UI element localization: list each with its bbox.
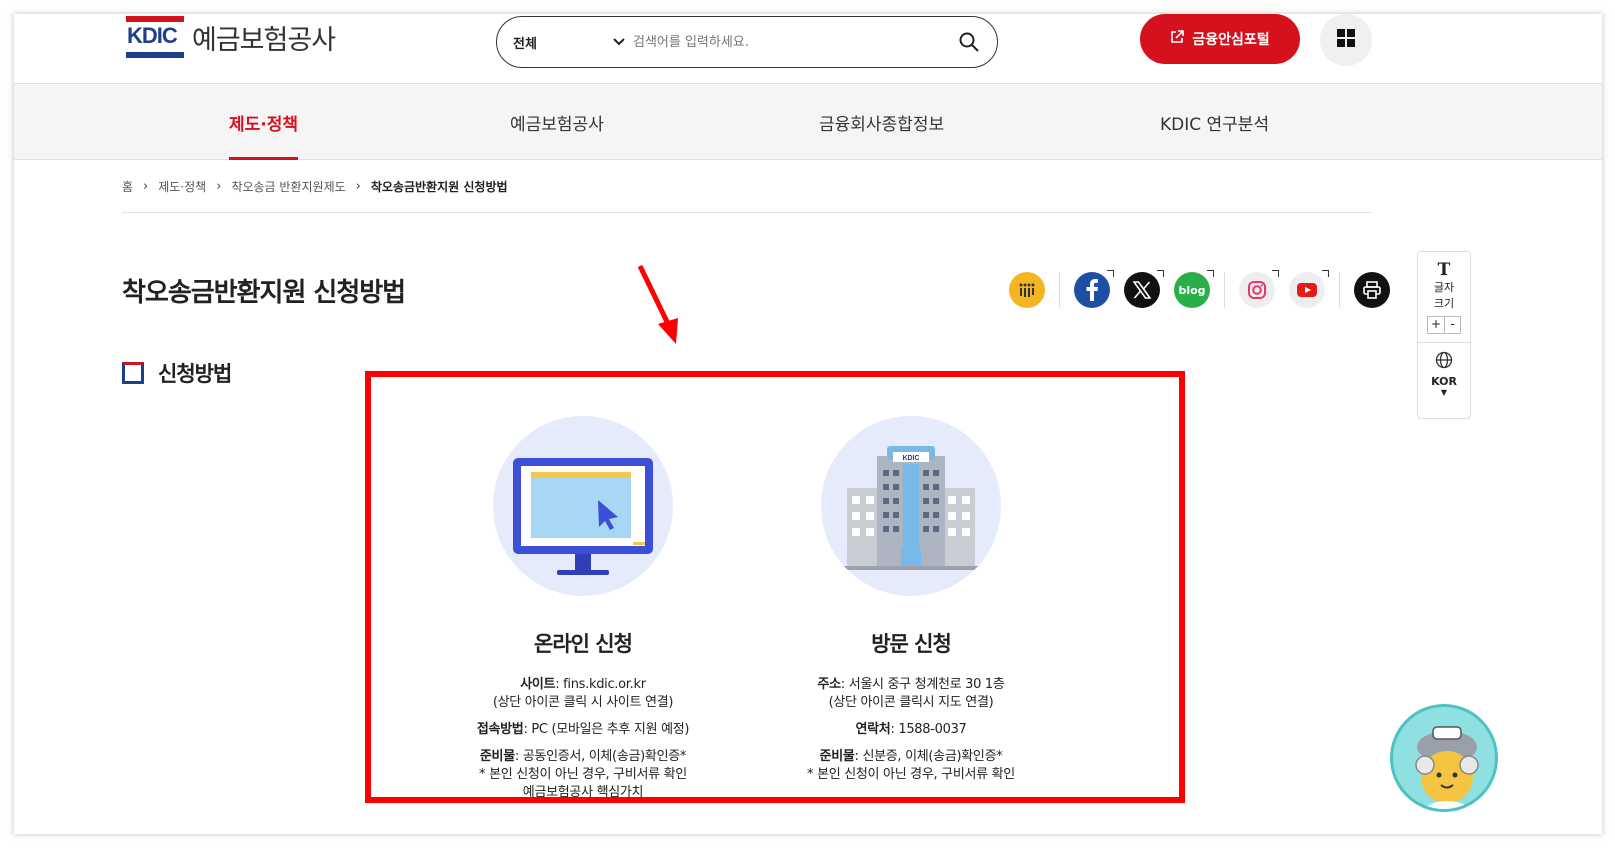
font-size-icon: T <box>1437 260 1451 280</box>
header: KDIC 예금보험공사 전체 금융안심포털 <box>14 14 1602 84</box>
breadcrumb-current: 착오송금반환지원 신청방법 <box>370 180 508 194</box>
blog-icon[interactable]: blog <box>1174 270 1214 308</box>
chevron-right-icon: › <box>143 179 149 194</box>
font-size-plus-button[interactable]: + <box>1428 317 1444 333</box>
breadcrumb-home[interactable]: 홈 <box>122 178 133 195</box>
computer-monitor-icon <box>513 458 653 575</box>
grid-icon <box>1336 28 1356 52</box>
online-application-card: 온라인 신청 사이트: fins.kdic.or.kr (상단 아이콘 클릭 시… <box>433 416 733 802</box>
breadcrumb: 홈 › 제도·정책 › 착오송금 반환지원제도 › 착오송금반환지원 신청방법 <box>122 178 508 195</box>
divider <box>1059 272 1060 308</box>
online-site-line: 사이트: fins.kdic.or.kr <box>520 677 646 692</box>
share-toolbar: blog <box>1009 270 1390 308</box>
x-twitter-icon[interactable] <box>1124 270 1164 308</box>
portal-button-label: 금융안심포털 <box>1192 32 1270 48</box>
visit-contact-line: 연락처: 1588-0037 <box>855 722 967 737</box>
online-docs-line: 준비물: 공동인증서, 이체(송금)확인증* <box>479 749 687 764</box>
language-select[interactable]: KOR <box>1431 375 1457 388</box>
main-nav: 제도·정책 예금보험공사 금융회사종합정보 KDIC 연구분석 <box>14 84 1602 160</box>
section-title: 신청방법 <box>122 358 232 388</box>
building-icon: KDIC <box>843 446 979 570</box>
facebook-icon[interactable] <box>1074 270 1114 308</box>
section-title-text: 신청방법 <box>158 362 232 386</box>
breadcrumb-mistaken-remittance[interactable]: 착오송금 반환지원제도 <box>231 178 345 195</box>
youtube-icon[interactable] <box>1289 270 1329 308</box>
side-tool-panel: T 글자 크기 + - KOR ▼ <box>1417 251 1471 419</box>
chatbot-mascot-button[interactable] <box>1390 704 1498 812</box>
nav-item-policy[interactable]: 제도·정책 <box>229 84 299 160</box>
search-input[interactable] <box>633 34 957 50</box>
breadcrumb-policy[interactable]: 제도·정책 <box>158 178 206 195</box>
visit-application-title: 방문 신청 <box>871 632 952 656</box>
kdic-logo[interactable]: KDIC 예금보험공사 <box>126 16 336 58</box>
online-application-link[interactable] <box>493 416 673 596</box>
divider <box>1418 342 1470 343</box>
logo-name: 예금보험공사 <box>192 24 336 56</box>
page-title: 착오송금반환지원 신청방법 <box>122 278 406 308</box>
divider <box>1224 272 1225 308</box>
visit-docs-line: 준비물: 신분증, 이체(송금)확인증* <box>819 749 1003 764</box>
chevron-right-icon: › <box>216 179 222 194</box>
logo-mark: KDIC <box>126 16 184 58</box>
chevron-down-icon[interactable] <box>613 35 625 49</box>
visit-address-line: 주소: 서울시 중구 청계천로 30 1층 <box>817 677 1005 692</box>
visit-docs-note: * 본인 신청이 아닌 경우, 구비서류 확인 <box>807 767 1015 782</box>
divider <box>122 212 1372 213</box>
all-menu-button[interactable] <box>1320 14 1372 66</box>
print-icon[interactable] <box>1354 272 1390 308</box>
divider <box>1339 272 1340 308</box>
online-application-title: 온라인 신청 <box>534 632 633 656</box>
font-size-controls: + - <box>1427 316 1461 334</box>
instagram-icon[interactable] <box>1239 270 1279 308</box>
logo-mark-text: KDIC <box>127 23 178 48</box>
section-bullet-icon <box>122 362 144 384</box>
annotation-arrow-icon <box>637 264 678 344</box>
external-link-icon <box>1170 30 1185 48</box>
online-core-value: 예금보험공사 핵심가치 <box>522 785 644 800</box>
online-access-line: 접속방법: PC (모바일은 추후 지원 예정) <box>476 722 690 737</box>
nav-item-financial-info[interactable]: 금융회사종합정보 <box>819 84 944 160</box>
financial-safety-portal-button[interactable]: 금융안심포털 <box>1140 14 1300 64</box>
caret-down-icon[interactable]: ▼ <box>1441 388 1447 397</box>
font-size-minus-button[interactable]: - <box>1444 317 1460 333</box>
online-site-note: (상단 아이콘 클릭 시 사이트 연결) <box>492 695 674 710</box>
font-size-label-1: 글자 <box>1433 281 1455 294</box>
building-sign: KDIC <box>902 455 919 462</box>
font-size-label-2: 크기 <box>1433 297 1455 310</box>
nav-item-research[interactable]: KDIC 연구분석 <box>1160 84 1269 160</box>
online-docs-note: * 본인 신청이 아닌 경우, 구비서류 확인 <box>479 767 687 782</box>
sign-language-icon[interactable] <box>1009 272 1045 308</box>
globe-icon[interactable] <box>1435 351 1453 373</box>
chevron-right-icon: › <box>355 179 361 194</box>
page-frame: KDIC 예금보험공사 전체 금융안심포털 <box>14 14 1602 834</box>
search-bar: 전체 <box>496 16 998 68</box>
visit-application-card: KDIC 방문 신청 주소: 서울시 중구 청계천로 30 1층 (상단 아이콘… <box>761 416 1061 784</box>
search-category-select[interactable]: 전체 <box>513 33 613 52</box>
search-icon[interactable] <box>957 30 981 54</box>
nav-item-kdic[interactable]: 예금보험공사 <box>510 84 604 160</box>
visit-address-note: (상단 아이콘 클릭시 지도 연결) <box>828 695 994 710</box>
visit-application-link[interactable]: KDIC <box>821 416 1001 596</box>
